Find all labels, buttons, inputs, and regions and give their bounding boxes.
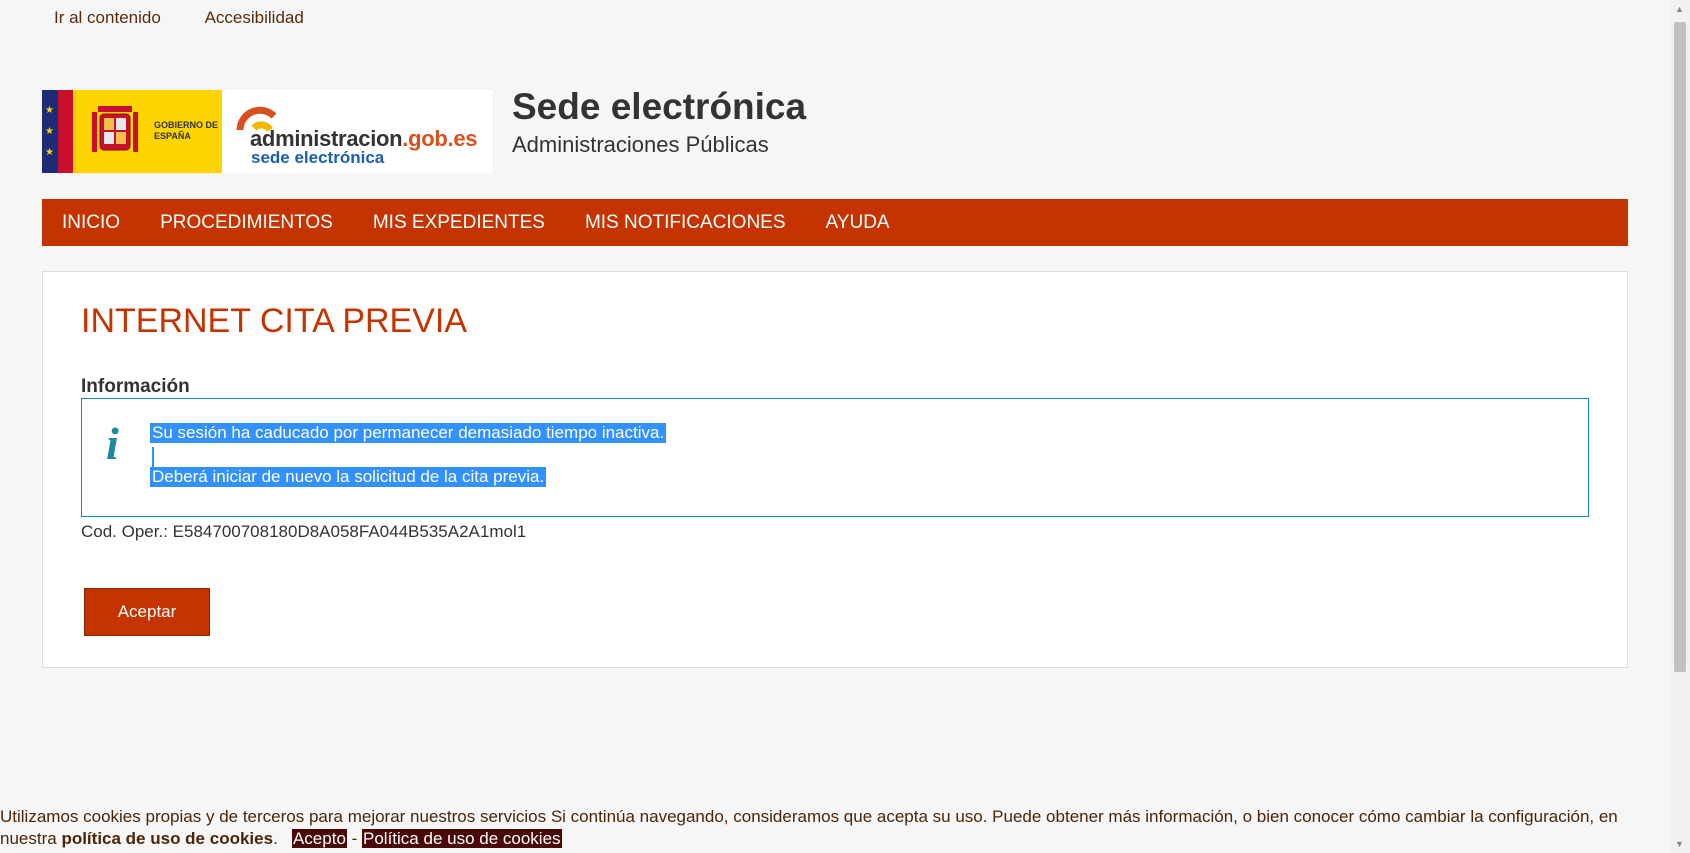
scrollbar-thumb[interactable]	[1674, 22, 1686, 672]
main-nav: INICIO PROCEDIMIENTOS MIS EXPEDIENTES MI…	[42, 199, 1628, 246]
admin-logo-subtext: sede electrónica	[251, 148, 385, 167]
administracion-logo: administracion.gob.es sede electrónica	[222, 90, 492, 173]
nav-mis-notificaciones[interactable]: MIS NOTIFICACIONES	[585, 212, 786, 234]
skip-links: Ir al contenido Accesibilidad	[54, 8, 344, 28]
header-logo[interactable]: ★ ★ ★ GOBIERNO DE ESPAÑA administracion.go…	[42, 90, 492, 173]
nav-procedimientos[interactable]: PROCEDIMIENTOS	[160, 212, 333, 234]
info-icon: i	[106, 418, 119, 469]
page-title: INTERNET CITA PREVIA	[81, 302, 468, 340]
site-title: Sede electrónica	[512, 86, 807, 127]
nav-mis-expedientes[interactable]: MIS EXPEDIENTES	[373, 212, 545, 234]
cookie-banner: Utilizamos cookies propias y de terceros…	[0, 806, 1670, 850]
info-message-box: i Su sesión ha caducado por permanecer d…	[81, 398, 1589, 517]
coat-of-arms-icon	[92, 106, 138, 152]
aceptar-button[interactable]: Aceptar	[84, 588, 210, 636]
restart-request-message: Deberá iniciar de nuevo la solicitud de …	[150, 467, 547, 487]
gobierno-text: GOBIERNO DE ESPAÑA	[154, 120, 219, 141]
operation-code: Cod. Oper.: E584700708180D8A058FA044B535…	[81, 522, 527, 541]
vertical-scrollbar[interactable]: ▲ ▼	[1670, 0, 1690, 853]
site-subtitle: Administraciones Públicas	[512, 132, 769, 157]
content-panel: INTERNET CITA PREVIA Información i Su se…	[42, 271, 1628, 668]
gobierno-espana-logo: ★ ★ ★ GOBIERNO DE ESPAÑA	[42, 90, 222, 173]
cookie-separator: -	[346, 829, 363, 848]
cookie-policy-bold: política de uso de cookies	[61, 829, 274, 848]
cookie-policy-link[interactable]: Política de uso de cookies	[362, 829, 562, 848]
info-label: Información	[81, 376, 190, 397]
nav-ayuda[interactable]: AYUDA	[826, 212, 890, 234]
scroll-up-arrow-icon[interactable]: ▲	[1675, 4, 1684, 14]
nav-inicio[interactable]: INICIO	[62, 212, 120, 234]
selection-gap	[152, 447, 154, 467]
cookie-period: .	[273, 829, 278, 848]
scroll-down-arrow-icon[interactable]: ▼	[1675, 839, 1684, 849]
session-expired-message: Su sesión ha caducado por permanecer dem…	[150, 423, 667, 443]
skip-to-content-link[interactable]: Ir al contenido	[54, 8, 161, 27]
cookie-accept-button[interactable]: Acepto	[291, 829, 347, 848]
accessibility-link[interactable]: Accesibilidad	[205, 8, 304, 27]
